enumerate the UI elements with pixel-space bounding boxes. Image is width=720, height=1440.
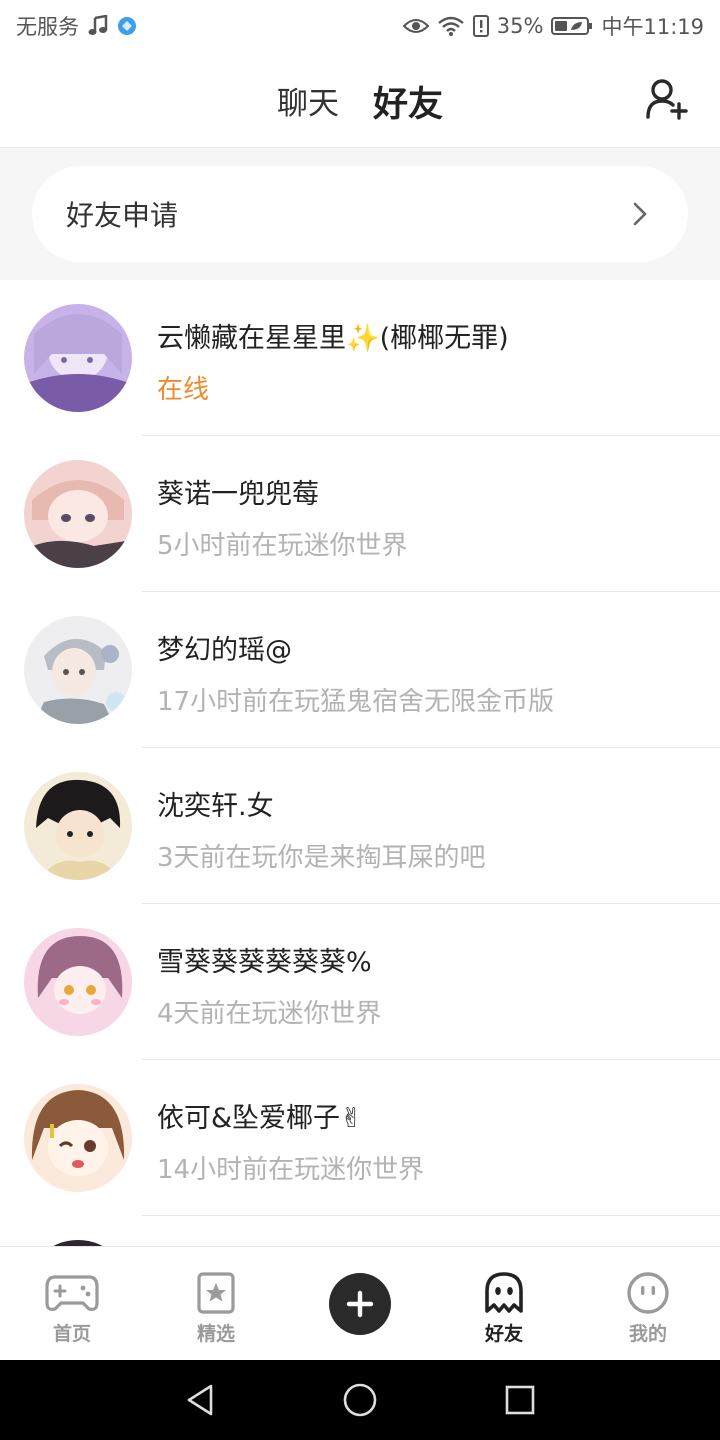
nav-featured[interactable]: 精选 <box>166 1247 266 1361</box>
avatar <box>24 304 132 412</box>
recents-square-icon[interactable] <box>502 1382 538 1418</box>
avatar <box>24 928 132 1036</box>
nav-home-label: 首页 <box>52 1323 91 1345</box>
bottom-nav: 首页 精选 好友 我的 <box>0 1246 720 1360</box>
status-right: 35% 中午11:19 <box>402 11 704 41</box>
friend-row[interactable]: 雪葵葵葵葵葵葵% 4天前在玩迷你世界 <box>0 904 720 1060</box>
back-triangle-icon[interactable] <box>182 1382 218 1418</box>
friend-row[interactable]: 葵诺一兜兜莓 5小时前在玩迷你世界 <box>0 436 720 592</box>
music-note-icon <box>87 15 109 37</box>
battery-percent: 35% <box>496 14 544 38</box>
friend-list: 云懒藏在星星里✨(椰椰无罪) 在线 葵诺一兜兜莓 5小时前在玩迷你世界 梦幻的瑶… <box>0 280 720 1216</box>
system-nav-bar <box>0 1360 720 1440</box>
nav-featured-label: 精选 <box>196 1323 235 1345</box>
nav-friends-label: 好友 <box>482 1319 526 1346</box>
nav-me-label: 我的 <box>628 1323 667 1345</box>
gamepad-icon <box>45 1271 99 1315</box>
tab-bar: 聊天 好友 <box>0 76 720 165</box>
carrier-text: 无服务 <box>16 15 79 39</box>
status-bar: 无服务 35% 中午11:19 <box>0 0 720 52</box>
star-bookmark-icon <box>189 1271 243 1315</box>
friend-name: 沈奕轩.女 <box>157 791 274 822</box>
avatar <box>24 616 132 724</box>
friends-screen: 无服务 35% 中午11:19 聊天 好友 好友申请 云懒藏在星星里✨(椰椰无罪… <box>0 0 720 1440</box>
friend-row[interactable]: 沈奕轩.女 3天前在玩你是来掏耳屎的吧 <box>0 748 720 904</box>
add-user-icon <box>646 79 688 120</box>
friend-name: 雪葵葵葵葵葵葵% <box>157 947 372 978</box>
ghost-icon <box>477 1271 531 1315</box>
avatar <box>24 460 132 568</box>
home-circle-icon[interactable] <box>342 1382 378 1418</box>
friend-request-label: 好友申请 <box>66 199 179 232</box>
face-icon <box>621 1271 675 1315</box>
create-button[interactable] <box>329 1273 391 1335</box>
friend-name: 云懒藏在星星里✨(椰椰无罪) <box>157 323 509 354</box>
friend-row[interactable]: 梦幻的瑶@ 17小时前在玩猛鬼宿舍无限金币版 <box>0 592 720 748</box>
friend-request-button[interactable]: 好友申请 <box>32 166 688 262</box>
status-left: 无服务 <box>16 11 137 41</box>
avatar <box>24 772 132 880</box>
friend-name: 依可&坠爱椰子✌ <box>157 1103 363 1134</box>
avatar <box>24 1084 132 1192</box>
battery-saver-icon <box>472 15 489 37</box>
chevron-right-icon <box>633 202 647 226</box>
friend-row[interactable]: 云懒藏在星星里✨(椰椰无罪) 在线 <box>0 280 720 436</box>
add-friend-button[interactable] <box>644 76 690 122</box>
friend-name: 梦幻的瑶@ <box>157 635 292 666</box>
friend-status: 17小时前在玩猛鬼宿舍无限金币版 <box>157 687 555 717</box>
friend-name: 葵诺一兜兜莓 <box>157 479 319 510</box>
friend-status: 在线 <box>157 375 210 405</box>
row-divider <box>142 1215 720 1216</box>
nav-me[interactable]: 我的 <box>598 1247 698 1361</box>
wifi-icon <box>437 15 465 37</box>
friend-status: 4天前在玩迷你世界 <box>157 999 382 1029</box>
eye-icon <box>402 17 429 35</box>
browser-icon <box>117 16 137 36</box>
friend-status: 3天前在玩你是来掏耳屎的吧 <box>157 843 486 873</box>
tab-friends[interactable]: 好友 <box>372 76 443 165</box>
friend-status: 14小时前在玩迷你世界 <box>157 1155 425 1185</box>
clock-text: 中午11:19 <box>601 15 704 39</box>
friend-request-section: 好友申请 <box>0 148 720 280</box>
tab-chat[interactable]: 聊天 <box>277 78 339 129</box>
nav-home[interactable]: 首页 <box>22 1247 122 1361</box>
top-header: 聊天 好友 <box>0 52 720 165</box>
plus-icon <box>346 1290 374 1318</box>
friend-status: 5小时前在玩迷你世界 <box>157 531 408 561</box>
nav-friends[interactable]: 好友 <box>454 1247 554 1361</box>
tab-friends-label: 好友 <box>372 85 443 125</box>
friend-row[interactable]: 依可&坠爱椰子✌ 14小时前在玩迷你世界 <box>0 1060 720 1216</box>
battery-icon <box>551 16 593 36</box>
